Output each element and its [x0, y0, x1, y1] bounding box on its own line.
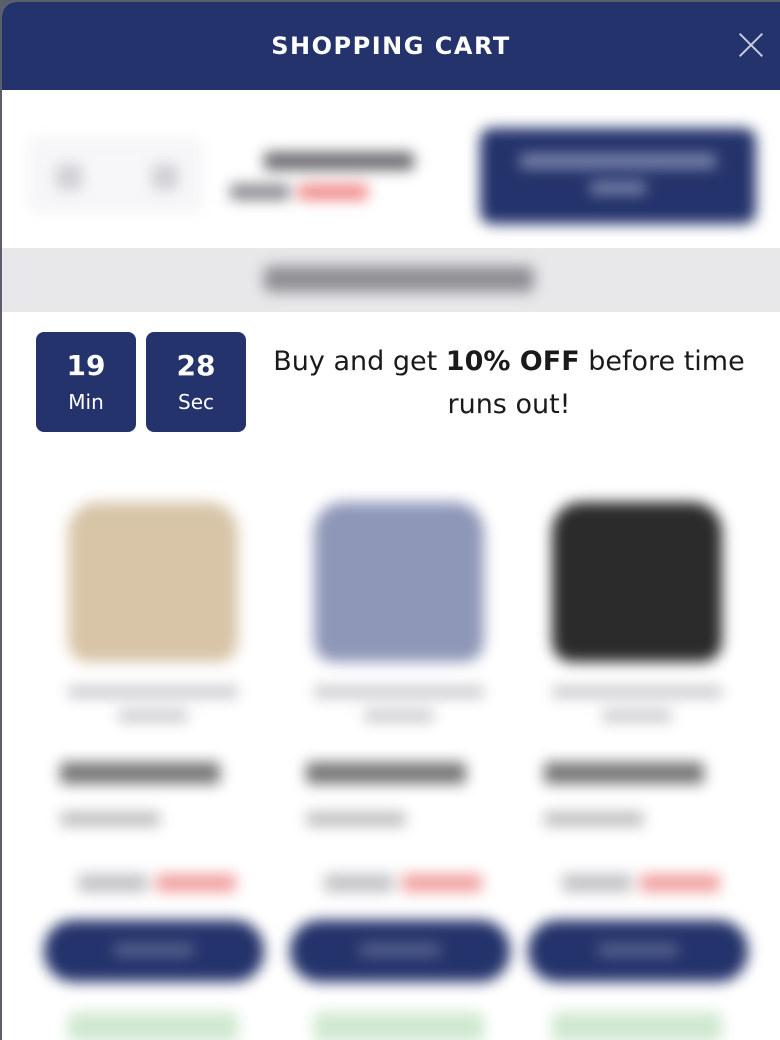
close-icon[interactable] [738, 32, 764, 58]
add-to-cart-button[interactable] [290, 920, 510, 982]
product-card [522, 462, 752, 1040]
seconds-value: 28 [176, 349, 216, 382]
recommended-products [2, 452, 780, 1040]
product-image[interactable] [68, 502, 238, 662]
product-card [38, 462, 268, 1040]
promo-banner [2, 248, 780, 312]
add-to-cart-button[interactable] [44, 920, 264, 982]
countdown-message: Buy and get 10% OFF before time runs out… [273, 346, 745, 420]
discount-text: 10% OFF [445, 346, 580, 377]
seconds-label: Sec [178, 390, 214, 414]
subtotal-label [264, 152, 414, 170]
product-image[interactable] [314, 502, 484, 662]
quantity-stepper[interactable] [30, 140, 200, 210]
cart-title: SHOPPING CART [271, 32, 511, 60]
minutes-label: Min [68, 390, 104, 414]
cart-summary [2, 90, 780, 248]
product-image[interactable] [552, 502, 722, 662]
old-price [230, 184, 290, 200]
countdown-seconds: 28 Sec [146, 332, 246, 432]
plus-icon[interactable] [152, 164, 178, 190]
countdown-minutes: 19 Min [36, 332, 136, 432]
minus-icon[interactable] [56, 164, 82, 190]
countdown-section: 19 Min 28 Sec Buy and get 10% OFF before… [2, 312, 780, 452]
promo-banner-text [264, 266, 534, 292]
cart-drawer: SHOPPING CART 19 Min 28 Sec Buy and get … [2, 2, 780, 1040]
add-to-cart-button[interactable] [528, 920, 748, 982]
cart-header: SHOPPING CART [2, 2, 780, 90]
sale-price [298, 184, 368, 200]
product-card [284, 462, 514, 1040]
checkout-button[interactable] [480, 128, 756, 224]
minutes-value: 19 [66, 349, 106, 382]
